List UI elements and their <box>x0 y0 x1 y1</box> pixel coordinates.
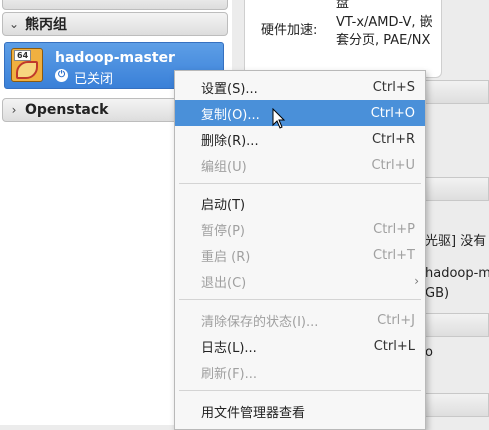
menu-shortcut: Ctrl+S <box>372 79 415 95</box>
size-fragment: GB) <box>425 286 450 301</box>
misc-fragment: o <box>425 345 433 360</box>
menu-label: 暂停(P) <box>201 223 245 239</box>
chevron-down-icon[interactable]: ⌄ <box>3 17 25 31</box>
menu-item-clone[interactable]: 复制(O)... Ctrl+O <box>175 100 425 126</box>
power-off-icon: ⏻ <box>55 69 68 82</box>
menu-item-show-in-file-manager[interactable]: 用文件管理器查看 <box>175 398 425 424</box>
group-name: Openstack <box>25 102 109 118</box>
menu-shortcut: Ctrl+R <box>371 131 415 147</box>
vm-status: 已关闭 <box>74 72 114 87</box>
accel-value: VT-x/AMD-V, 嵌套分页, PAE/NX <box>336 15 433 48</box>
menu-item-logs[interactable]: 日志(L)... Ctrl+L <box>175 333 425 359</box>
system-details-box: 盘 硬件加速: VT-x/AMD-V, 嵌套分页, PAE/NX <box>244 0 442 78</box>
network-fragment: hadoop-m <box>425 266 489 281</box>
menu-label: 用文件管理器查看 <box>201 405 306 421</box>
accel-label: 硬件加速: <box>261 23 318 38</box>
menu-shortcut: Ctrl+O <box>370 105 415 121</box>
menu-label: 设置(S)... <box>201 81 258 97</box>
menu-label: 退出(C) <box>201 275 247 291</box>
menu-item-start[interactable]: 启动(T) <box>175 190 425 216</box>
menu-item-close[interactable]: 退出(C) › <box>175 268 425 294</box>
mouse-pointer-icon <box>272 108 286 129</box>
menu-shortcut: Ctrl+L <box>373 338 415 354</box>
menu-item-settings[interactable]: 设置(S)... Ctrl+S <box>175 74 425 100</box>
arch-badge: 64 <box>14 50 32 61</box>
os-logo-shape <box>16 61 38 79</box>
os-icon: 64 <box>11 48 43 82</box>
top-fragment: 盘 <box>336 0 350 11</box>
menu-item-pause[interactable]: 暂停(P) Ctrl+P <box>175 216 425 242</box>
menu-label: 日志(L)... <box>201 340 257 356</box>
menu-item-refresh[interactable]: 刷新(F)... <box>175 359 425 385</box>
menu-label: 清除保存的状态(I)... <box>201 314 319 330</box>
chevron-right-icon[interactable]: › <box>3 103 25 117</box>
menu-item-reset[interactable]: 重启 (R) Ctrl+T <box>175 242 425 268</box>
storage-fragment: 光驱] 没有 <box>425 234 487 249</box>
menu-item-discard-state[interactable]: 清除保存的状态(I)... Ctrl+J <box>175 307 425 333</box>
menu-label: 编组(U) <box>201 159 247 175</box>
submenu-arrow-icon: › <box>414 274 419 288</box>
menu-label: 重启 (R) <box>201 249 251 265</box>
menu-shortcut: Ctrl+P <box>373 221 415 237</box>
menu-separator <box>179 390 421 391</box>
menu-label: 复制(O)... <box>201 107 260 123</box>
menu-label: 启动(T) <box>201 197 246 213</box>
menu-item-group[interactable]: 编组(U) Ctrl+U <box>175 152 425 178</box>
menu-separator <box>179 299 421 300</box>
vm-name: hadoop-master <box>55 50 175 66</box>
group-header-xiongbing[interactable]: ⌄ 熊丙组 <box>2 12 228 36</box>
menu-label: 删除(R)... <box>201 133 259 149</box>
menu-shortcut: Ctrl+T <box>373 247 415 263</box>
menu-label: 刷新(F)... <box>201 366 258 382</box>
context-menu: 设置(S)... Ctrl+S 复制(O)... Ctrl+O 删除(R)...… <box>174 70 426 430</box>
menu-separator <box>179 183 421 184</box>
group-header-previous[interactable] <box>2 0 228 10</box>
menu-shortcut: Ctrl+U <box>371 157 415 173</box>
menu-shortcut: Ctrl+J <box>377 312 415 328</box>
menu-item-delete[interactable]: 删除(R)... Ctrl+R <box>175 126 425 152</box>
group-name: 熊丙组 <box>25 17 67 33</box>
